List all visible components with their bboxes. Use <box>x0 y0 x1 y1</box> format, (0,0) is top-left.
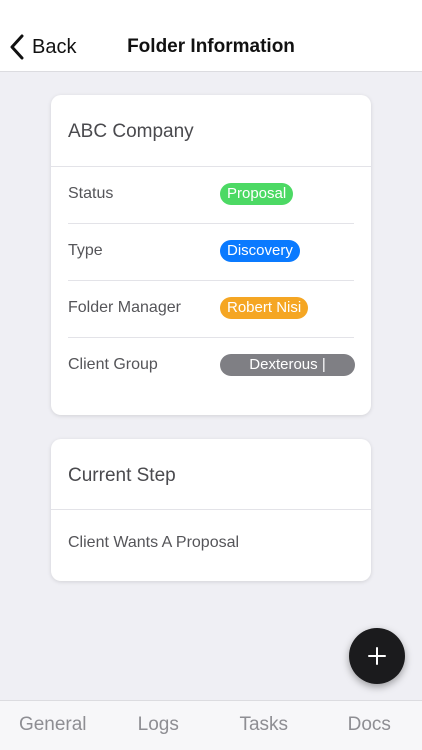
page-title: Folder Information <box>127 36 295 57</box>
status-label: Status <box>68 185 114 202</box>
type-label: Type <box>68 242 103 259</box>
current-step-title: Current Step <box>68 465 176 486</box>
tab-logs[interactable]: Logs <box>106 701 212 750</box>
divider <box>68 223 354 224</box>
navigation-bar: Back Folder Information <box>0 0 422 72</box>
divider <box>68 337 354 338</box>
type-badge: Discovery <box>220 240 300 262</box>
divider <box>51 509 371 510</box>
current-step-text: Client Wants A Proposal <box>68 534 240 551</box>
company-name: ABC Company <box>68 121 194 142</box>
tab-general[interactable]: General <box>0 701 106 750</box>
add-button[interactable] <box>349 628 405 684</box>
status-badge: Proposal <box>220 183 294 205</box>
divider <box>51 166 371 167</box>
tab-docs[interactable]: Docs <box>317 701 422 750</box>
divider <box>68 280 354 281</box>
folder-manager-badge: Robert Nisi <box>220 297 309 319</box>
plus-icon <box>368 647 386 665</box>
current-step-card: Current Step Client Wants A Proposal <box>51 439 371 581</box>
client-group-badge: Dexterous | <box>220 354 355 376</box>
client-group-label: Client Group <box>68 356 158 373</box>
tab-bar: General Logs Tasks Docs <box>0 700 422 750</box>
folder-info-card: ABC Company Status Proposal Type Discove… <box>51 95 371 415</box>
tab-tasks[interactable]: Tasks <box>211 701 317 750</box>
folder-manager-label: Folder Manager <box>68 299 181 316</box>
